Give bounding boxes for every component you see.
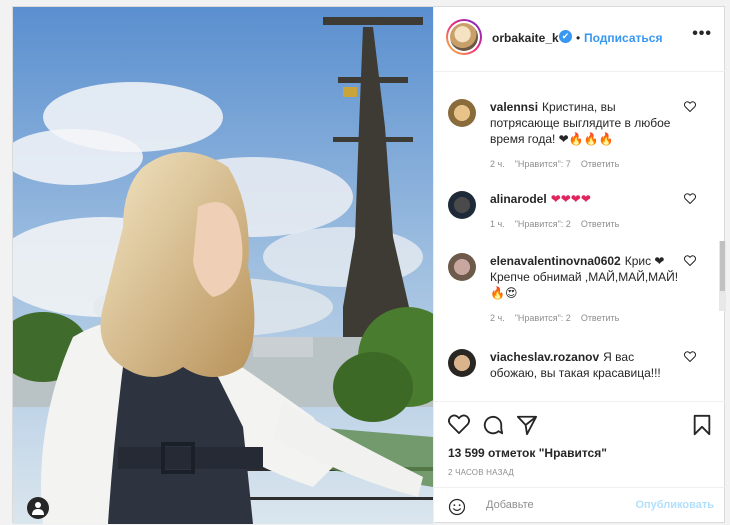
comment-input[interactable] — [484, 498, 638, 512]
heart-icon[interactable] — [684, 193, 696, 204]
commenter-avatar[interactable] — [448, 99, 476, 127]
comment-likes[interactable]: "Нравится": 2 — [515, 313, 571, 323]
heart-icon[interactable] — [448, 414, 470, 434]
comment-time: 2 ч. — [490, 159, 505, 169]
commenter-username[interactable]: valennsi — [490, 100, 538, 114]
comment-icon[interactable] — [482, 414, 504, 436]
comment-time: 2 ч. — [490, 313, 505, 323]
reply-button[interactable]: Ответить — [581, 159, 619, 169]
heart-icon[interactable] — [684, 255, 696, 266]
comments-scrollbar[interactable] — [719, 241, 726, 311]
emoji-icon[interactable] — [448, 498, 466, 516]
comment-meta: 2 ч. "Нравится": 7 Ответить — [490, 159, 629, 169]
header-separator: • — [576, 31, 581, 45]
reply-button[interactable]: Ответить — [581, 313, 619, 323]
comment-likes[interactable]: "Нравится": 7 — [515, 159, 571, 169]
tagged-user-icon[interactable] — [27, 497, 49, 519]
commenter-username[interactable]: elenavalentinovna0602 — [490, 254, 621, 268]
likes-count[interactable]: 13 599 отметок "Нравится" — [448, 446, 607, 460]
comment-meta: 2 ч. "Нравится": 2 Ответить — [490, 313, 629, 323]
heart-icon[interactable] — [684, 351, 696, 362]
commenter-avatar[interactable] — [448, 191, 476, 219]
commenter-avatar[interactable] — [448, 253, 476, 281]
user-icon — [32, 502, 44, 515]
reply-button[interactable]: Ответить — [581, 219, 619, 229]
commenter-username[interactable]: alinarodel — [490, 192, 547, 206]
author-username[interactable]: orbakaite_k — [492, 31, 559, 45]
comment-time: 1 ч. — [490, 219, 505, 229]
post-actions: 13 599 отметок "Нравится" 2 ЧАСОВ НАЗАД — [434, 401, 726, 488]
add-comment-bar: Опубликовать — [434, 487, 726, 525]
commenter-username[interactable]: viacheslav.rozanov — [490, 350, 599, 364]
share-icon[interactable] — [516, 414, 538, 436]
comment-text: ❤❤❤❤ — [550, 192, 591, 206]
commenter-avatar[interactable] — [448, 349, 476, 377]
author-avatar[interactable] — [446, 19, 482, 55]
comment-likes[interactable]: "Нравится": 2 — [515, 219, 571, 229]
comments-list[interactable]: valennsi Кристина, вы потрясающе выглядит… — [434, 71, 726, 401]
instagram-post: orbakaite_k ✔ • Подписаться ••• valennsi… — [12, 6, 726, 524]
photo-illustration — [13, 7, 433, 524]
post-photo[interactable] — [13, 7, 433, 524]
more-icon[interactable]: ••• — [692, 25, 712, 43]
follow-button[interactable]: Подписаться — [584, 31, 662, 45]
heart-icon[interactable] — [684, 101, 696, 112]
publish-button[interactable]: Опубликовать — [635, 499, 714, 511]
post-side-panel: orbakaite_k ✔ • Подписаться ••• valennsi… — [433, 7, 726, 524]
post-time: 2 ЧАСОВ НАЗАД — [448, 468, 515, 477]
scrollbar-thumb[interactable] — [720, 241, 725, 291]
bookmark-icon[interactable] — [692, 414, 712, 436]
comment-meta: 1 ч. "Нравится": 2 Ответить — [490, 219, 629, 229]
post-header: orbakaite_k ✔ • Подписаться ••• — [434, 7, 726, 72]
verified-badge-icon: ✔ — [559, 30, 572, 43]
